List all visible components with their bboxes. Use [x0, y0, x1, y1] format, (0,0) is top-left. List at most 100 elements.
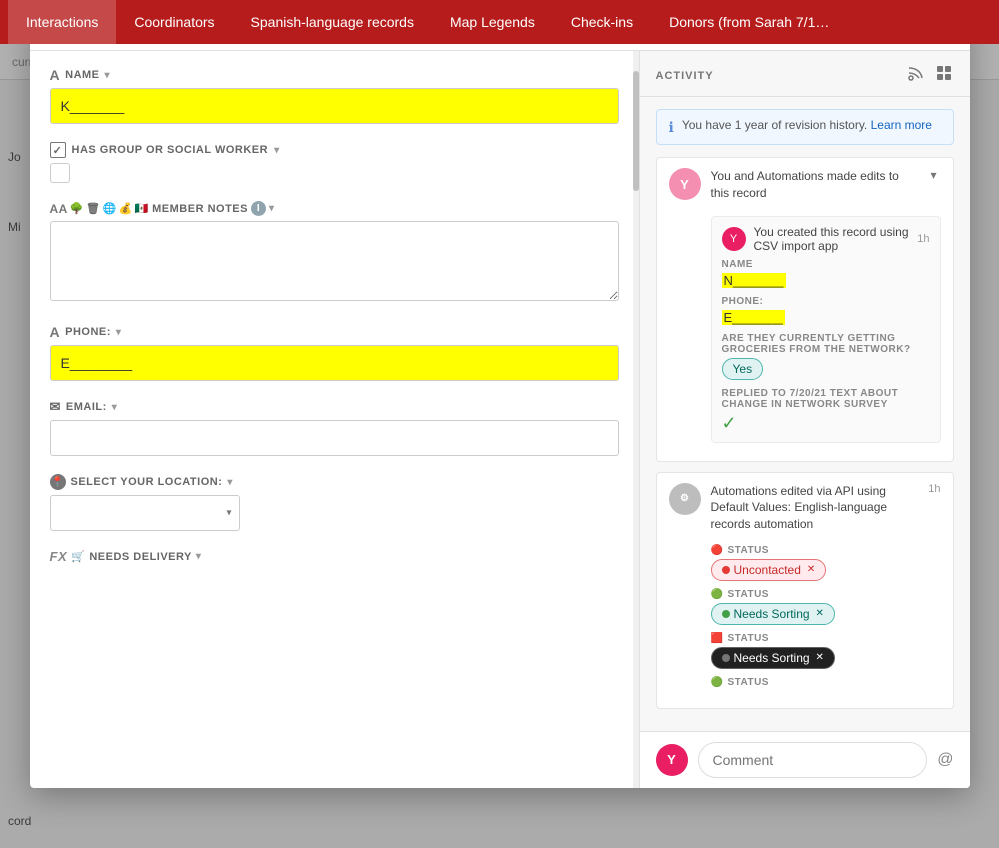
needs-delivery-arrow[interactable]: ▾ — [196, 551, 202, 562]
nav-tab-coordinators[interactable]: Coordinators — [116, 0, 232, 44]
detail-sub-header-1: Y You created this record using CSV impo… — [722, 225, 930, 253]
member-notes-icon-globe: 🌐 — [103, 202, 117, 215]
member-notes-icon-aa: Aa — [50, 202, 68, 216]
member-notes-icon-money: 💰 — [119, 202, 133, 215]
detail-groceries-section: ARE THEY CURRENTLY GETTING GROCERIES FRO… — [722, 333, 930, 380]
comment-input[interactable] — [698, 742, 928, 778]
email-field: ✉ EMAIL: ▾ — [50, 399, 619, 456]
email-icon: ✉ — [50, 399, 61, 415]
activity-body: ℹ You have 1 year of revision history. L… — [640, 97, 970, 731]
info-icon: ℹ — [669, 119, 674, 136]
activity-info-banner: ℹ You have 1 year of revision history. L… — [656, 109, 954, 145]
activity-title: ACTIVITY — [656, 70, 714, 82]
needs-sorting-badge-2: Needs Sorting ✕ — [711, 647, 835, 669]
detail-groceries-value: Yes — [722, 358, 930, 380]
activity-avatar-2: ⚙ — [669, 483, 701, 515]
needs-sorting-badge-1: Needs Sorting ✕ — [711, 603, 835, 625]
checkbox-icon: ✓ — [50, 142, 66, 158]
has-group-arrow[interactable]: ▾ — [274, 145, 280, 156]
status-row-needs-sorting-1: 🟢 STATUS Needs Sorting ✕ — [711, 589, 941, 625]
nav-tab-map-legends[interactable]: Map Legends — [432, 0, 553, 44]
email-field-label: ✉ EMAIL: ▾ — [50, 399, 619, 415]
name-label-arrow[interactable]: ▾ — [105, 70, 111, 81]
info-link[interactable]: Learn more — [871, 118, 932, 132]
location-select[interactable] — [50, 495, 240, 531]
location-field: 📍 SELECT YOUR LOCATION: ▾ ▾ — [50, 474, 619, 531]
member-notes-info[interactable]: i — [251, 201, 266, 216]
activity-entry-2-header: ⚙ Automations edited via API using Defau… — [657, 473, 953, 541]
yes-badge: Yes — [722, 358, 764, 380]
detail-groceries-label: ARE THEY CURRENTLY GETTING GROCERIES FRO… — [722, 333, 930, 355]
phone-input[interactable] — [50, 345, 619, 381]
modal-body: A NAME ▾ ✓ HAS GROUP OR SOCIAL WORKER ▾ — [30, 51, 970, 788]
phone-label-icon: A — [50, 324, 61, 340]
status-label-3: 🟥 STATUS — [711, 633, 941, 644]
has-group-checkbox[interactable] — [50, 163, 70, 183]
member-notes-textarea[interactable] — [50, 221, 619, 301]
member-notes-field: Aa 🌳 🗑 🌐 💰 🇲🇽 MEMBER NOTES i ▾ — [50, 201, 619, 306]
sub-time-1: 1h — [917, 233, 929, 245]
status-emoji-1: 🔴 — [711, 545, 724, 556]
activity-collapse-icon[interactable] — [934, 63, 954, 88]
survey-checkmark: ✓ — [722, 413, 930, 434]
location-icon: 📍 — [50, 474, 66, 490]
needs-delivery-field: fx 🛒 NEEDS DELIVERY ▾ — [50, 549, 619, 564]
comment-user-avatar: Y — [656, 744, 688, 776]
scrollbar-track[interactable] — [633, 51, 639, 788]
status-label-4: 🟢 STATUS — [711, 677, 941, 688]
status-emoji-2: 🟢 — [711, 589, 724, 600]
has-group-field: ✓ HAS GROUP OR SOCIAL WORKER ▾ — [50, 142, 619, 183]
status-row-uncontacted: 🔴 STATUS Uncontacted ✕ — [711, 545, 941, 581]
record-modal: × ▲ ▼ K____ S_____ ▾ — [30, 10, 970, 788]
nav-tab-donors[interactable]: Donors (from Sarah 7/1… — [651, 0, 847, 44]
email-input[interactable] — [50, 420, 619, 456]
phone-label-arrow[interactable]: ▾ — [116, 327, 122, 338]
info-text: You have 1 year of revision history. Lea… — [682, 118, 932, 132]
member-notes-icon-tree: 🌳 — [70, 202, 84, 215]
activity-entry-1-header: Y You and Automations made edits to this… — [657, 158, 953, 210]
activity-entry-1: Y You and Automations made edits to this… — [656, 157, 954, 462]
detail-name-section: NAME N_______ — [722, 259, 930, 288]
member-notes-arrow[interactable]: ▾ — [269, 203, 275, 214]
at-mention-button[interactable]: @ — [937, 751, 953, 769]
activity-meta-1: You and Automations made edits to this r… — [711, 168, 917, 202]
email-arrow[interactable]: ▾ — [112, 402, 118, 413]
fx-icon: fx — [50, 549, 68, 564]
status-row-needs-sorting-2: 🟥 STATUS Needs Sorting ✕ — [711, 633, 941, 669]
status-emoji-4: 🟢 — [711, 677, 724, 688]
phone-field: A PHONE: ▾ — [50, 324, 619, 381]
activity-panel: ACTIVITY — [640, 51, 970, 788]
activity-entry-2-statuses: 🔴 STATUS Uncontacted ✕ — [657, 541, 953, 708]
member-notes-icon-trash: 🗑 — [86, 202, 100, 215]
detail-name-label: NAME — [722, 259, 930, 270]
detail-name-value: N_______ — [722, 273, 930, 288]
activity-feed-icon[interactable] — [906, 63, 926, 88]
form-panel: A NAME ▾ ✓ HAS GROUP OR SOCIAL WORKER ▾ — [30, 51, 640, 788]
name-label-icon: A — [50, 67, 61, 83]
detail-entry-1: Y You created this record using CSV impo… — [711, 216, 941, 443]
name-input[interactable] — [50, 88, 619, 124]
activity-time-2: 1h — [928, 483, 940, 495]
activity-entry-2: ⚙ Automations edited via API using Defau… — [656, 472, 954, 709]
activity-expand-1[interactable]: ▾ — [926, 168, 940, 182]
activity-header: ACTIVITY — [640, 51, 970, 97]
activity-avatar-1: Y — [669, 168, 701, 200]
sub-title-1: You created this record using CSV import… — [754, 225, 910, 253]
member-notes-icon-flag: 🇲🇽 — [135, 202, 149, 215]
phone-field-label: A PHONE: ▾ — [50, 324, 619, 340]
badge-dot-green-1 — [722, 610, 730, 618]
nav-tab-checkins[interactable]: Check-ins — [553, 0, 651, 44]
badge-close-3: ✕ — [816, 652, 824, 663]
activity-header-icons — [906, 63, 954, 88]
nav-tab-interactions[interactable]: Interactions — [8, 0, 116, 44]
detail-phone-section: PHONE: E_______ — [722, 296, 930, 325]
status-emoji-3: 🟥 — [711, 633, 724, 644]
sub-avatar-1: Y — [722, 227, 746, 251]
location-select-wrapper: ▾ — [50, 495, 240, 531]
status-label-2: 🟢 STATUS — [711, 589, 941, 600]
badge-dot-red-1 — [722, 566, 730, 574]
status-row-partial: 🟢 STATUS — [711, 677, 941, 688]
name-field-label: A NAME ▾ — [50, 67, 619, 83]
location-arrow[interactable]: ▾ — [227, 477, 233, 488]
nav-tab-spanish[interactable]: Spanish-language records — [233, 0, 432, 44]
